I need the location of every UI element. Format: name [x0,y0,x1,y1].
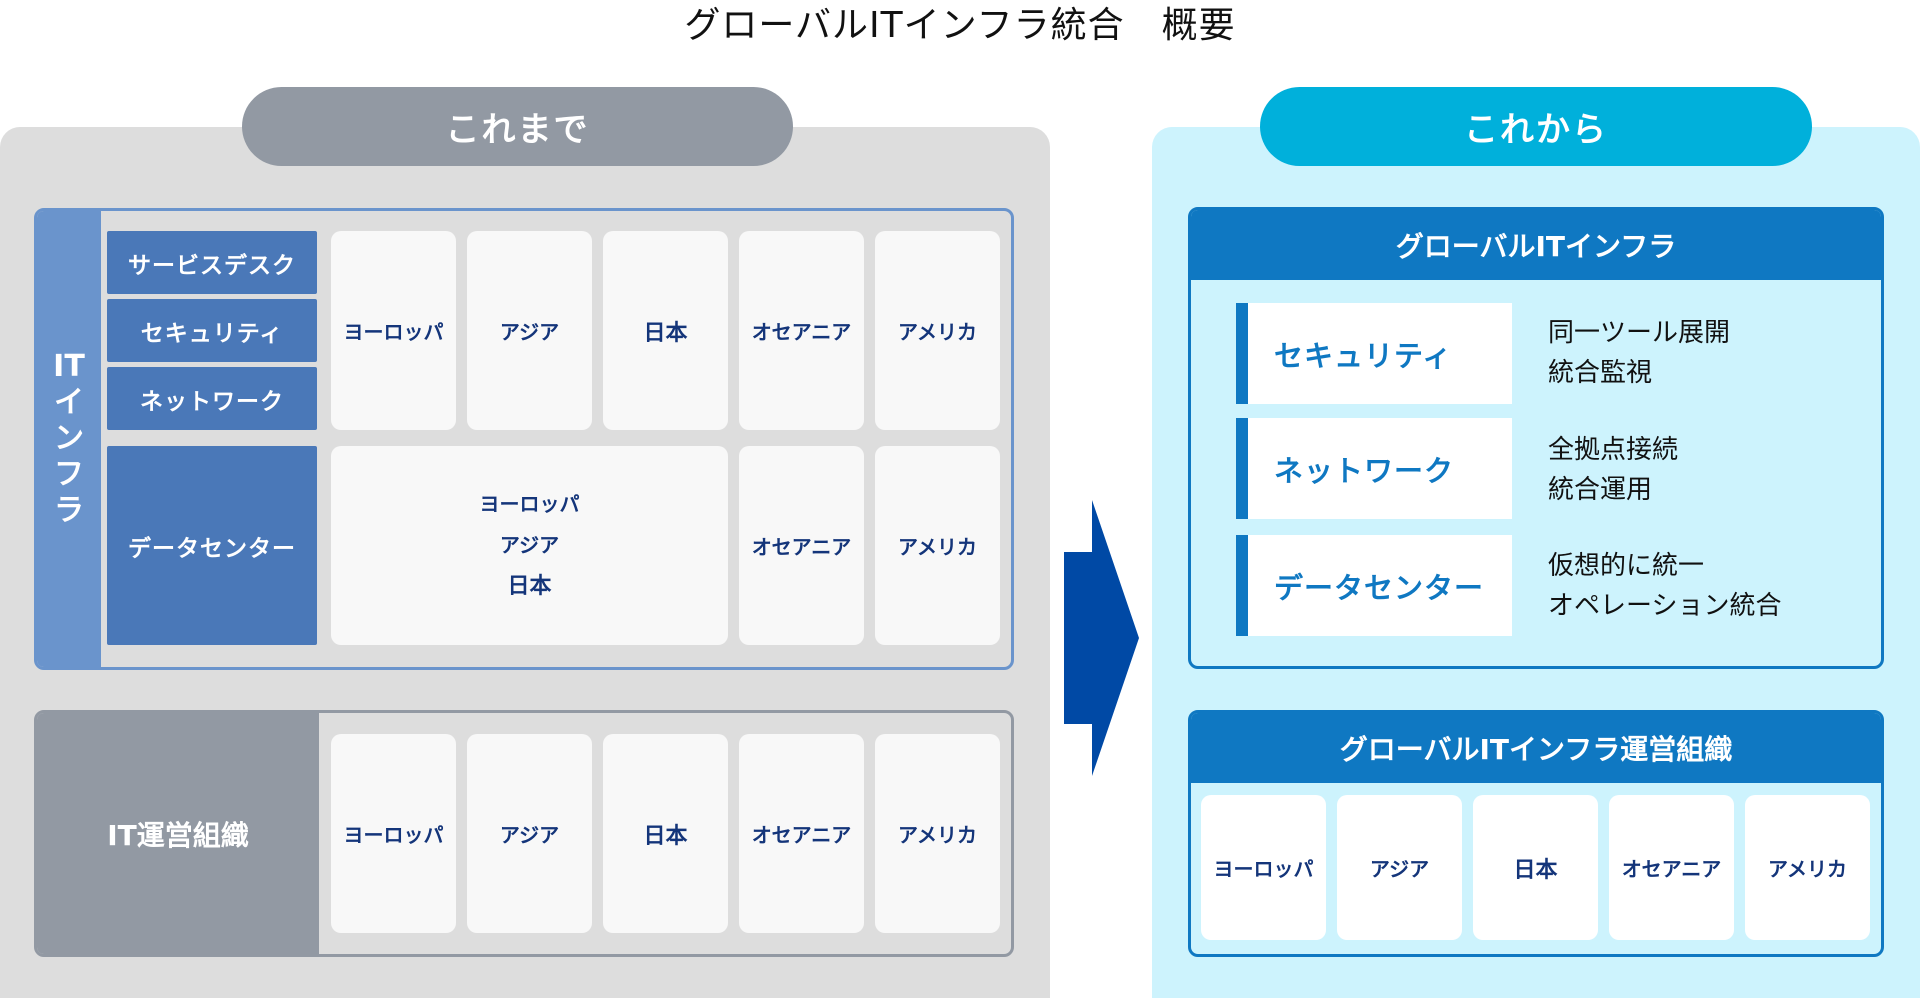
before-it-infra-box: IT イ ン フ ラ サービスデスク セキュリティ ネットワーク データセンター… [34,208,1014,670]
org-region-card-oceania: オセアニア [739,734,864,933]
region-label: ヨーロッパ [343,823,444,847]
before-label: これまで [242,87,793,166]
desc-line: 統合運用 [1548,475,1653,505]
infra-item-network: ネットワーク [1236,418,1512,519]
desc-line: 仮想的に統一 [1548,551,1705,581]
region-label: 日本 [643,823,688,849]
org-region-card-europe: ヨーロッパ [331,734,456,933]
region-label: 日本 [1513,857,1558,883]
region-label: アジア [499,823,560,847]
region-label: アメリカ [1768,857,1847,881]
transition-arrow-icon [1064,500,1139,776]
region-label: 日本 [507,574,552,599]
desc-line: 同一ツール展開 [1548,318,1731,348]
datacenter-card-oceania: オセアニア [739,446,864,645]
desc-line: オペレーション統合 [1548,591,1782,621]
it-infra-label-char: IT [53,349,85,384]
global-org-card-america: アメリカ [1745,795,1870,940]
it-infra-vertical-label: IT イ ン フ ラ [37,211,101,667]
global-it-org-box: グローバルITインフラ運営組織 ヨーロッパ アジア 日本 オセアニア アメリカ [1188,710,1884,957]
datacenter-merged-card: ヨーロッパ アジア 日本 [331,446,728,645]
it-infra-label-char: イ [54,385,84,420]
desc-line: 全拠点接続 [1548,435,1679,465]
region-label: アメリカ [898,320,977,344]
it-org-label: IT運営組織 [37,713,319,954]
infra-item-security: セキュリティ [1236,303,1512,404]
region-label: オセアニア [1621,857,1722,881]
global-org-card-oceania: オセアニア [1609,795,1734,940]
region-label: オセアニア [751,320,852,344]
org-region-card-america: アメリカ [875,734,1000,933]
region-label: 日本 [643,320,688,346]
desc-line: 統合監視 [1548,358,1653,388]
category-service-desk: サービスデスク [107,231,317,294]
org-region-card-japan: 日本 [603,734,728,933]
region-label: アジア [499,320,560,344]
after-label: これから [1260,87,1812,166]
infra-item-datacenter: データセンター [1236,535,1512,636]
infra-item-label: セキュリティ [1274,338,1453,373]
category-datacenter: データセンター [107,446,317,645]
category-network: ネットワーク [107,367,317,430]
infra-item-desc-network: 全拠点接続 統合運用 [1548,430,1868,510]
category-security: セキュリティ [107,299,317,362]
region-card-asia: アジア [467,231,592,430]
region-card-oceania: オセアニア [739,231,864,430]
region-label: ヨーロッパ [343,320,444,344]
region-label: ヨーロッパ [479,492,580,516]
page-title: グローバルITインフラ統合 概要 [684,5,1236,46]
it-infra-label-char: ラ [54,493,84,528]
region-label: オセアニア [751,535,852,559]
global-org-card-europe: ヨーロッパ [1201,795,1326,940]
infra-item-label: データセンター [1274,570,1485,605]
datacenter-card-america: アメリカ [875,446,1000,645]
region-label: ヨーロッパ [1213,857,1314,881]
infra-item-desc-datacenter: 仮想的に統一 オペレーション統合 [1548,546,1868,626]
region-card-japan: 日本 [603,231,728,430]
infra-item-desc-security: 同一ツール展開 統合監視 [1548,313,1868,393]
global-it-infra-box: グローバルITインフラ セキュリティ 同一ツール展開 統合監視 ネットワーク 全… [1188,207,1884,669]
before-it-org-box: IT運営組織 ヨーロッパ アジア 日本 オセアニア アメリカ [34,710,1014,957]
global-org-card-asia: アジア [1337,795,1462,940]
region-card-america: アメリカ [875,231,1000,430]
region-label: アメリカ [898,535,977,559]
region-label: アメリカ [898,823,977,847]
infra-item-label: ネットワーク [1274,453,1455,488]
global-it-org-header: グローバルITインフラ運営組織 [1191,713,1881,783]
region-label: アジア [499,533,560,557]
region-label: オセアニア [751,823,852,847]
region-card-europe: ヨーロッパ [331,231,456,430]
global-org-card-japan: 日本 [1473,795,1598,940]
global-it-infra-header: グローバルITインフラ [1191,210,1881,280]
region-label: アジア [1369,857,1430,881]
org-region-card-asia: アジア [467,734,592,933]
it-infra-label-char: フ [54,457,84,492]
it-infra-label-char: ン [54,421,84,456]
